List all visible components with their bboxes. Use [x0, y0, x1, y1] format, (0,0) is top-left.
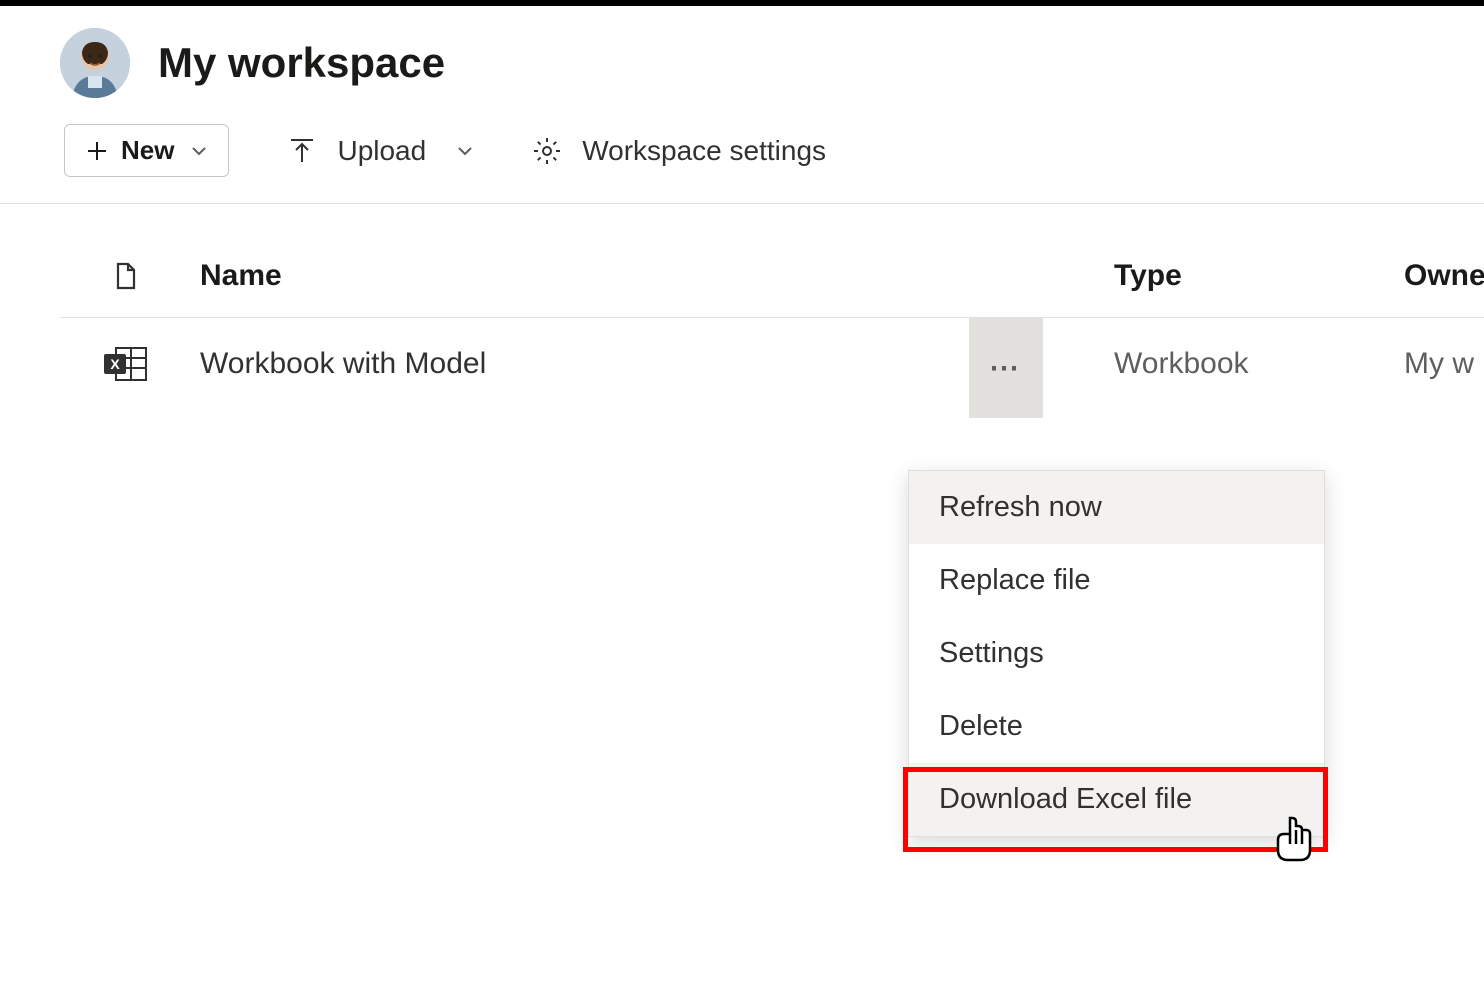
file-type: Workbook: [1114, 347, 1404, 381]
new-button-label: New: [121, 135, 174, 166]
top-border: [0, 0, 1484, 6]
menu-item-refresh[interactable]: Refresh now: [909, 471, 1324, 544]
svg-text:X: X: [110, 356, 120, 372]
menu-item-download-excel[interactable]: Download Excel file: [909, 763, 1324, 836]
upload-icon: [287, 136, 317, 166]
plus-icon: [85, 139, 109, 163]
page-title: My workspace: [158, 39, 445, 87]
column-icon-header: [60, 261, 160, 291]
more-options-button[interactable]: ⋯: [969, 318, 1043, 418]
file-name[interactable]: Workbook with Model: [160, 347, 1024, 381]
gear-icon: [532, 136, 562, 166]
workspace-settings-label: Workspace settings: [582, 135, 826, 167]
file-icon: [110, 261, 140, 291]
upload-button[interactable]: Upload: [287, 135, 474, 167]
file-table: Name Type Owner X Workbook with Model ⋯ …: [0, 204, 1484, 410]
upload-label: Upload: [337, 135, 426, 167]
table-row[interactable]: X Workbook with Model ⋯ Workbook My w: [60, 318, 1484, 410]
avatar[interactable]: [60, 28, 130, 98]
menu-item-replace[interactable]: Replace file: [909, 544, 1324, 617]
new-button[interactable]: New: [64, 124, 229, 177]
column-owner-header[interactable]: Owner: [1404, 259, 1484, 293]
workspace-header: My workspace: [0, 0, 1484, 118]
menu-item-delete[interactable]: Delete: [909, 690, 1324, 763]
menu-item-settings[interactable]: Settings: [909, 617, 1324, 690]
column-name-header[interactable]: Name: [160, 259, 1024, 293]
excel-icon: X: [102, 344, 148, 384]
toolbar: New Upload Workspac: [0, 118, 1484, 204]
context-menu: Refresh now Replace file Settings Delete…: [908, 470, 1325, 837]
chevron-down-icon: [456, 142, 474, 160]
workspace-settings-button[interactable]: Workspace settings: [532, 135, 826, 167]
file-owner: My w: [1404, 347, 1484, 381]
chevron-down-icon: [190, 142, 208, 160]
ellipsis-icon: ⋯: [989, 351, 1023, 386]
column-type-header[interactable]: Type: [1114, 259, 1404, 293]
table-header: Name Type Owner: [60, 204, 1484, 318]
